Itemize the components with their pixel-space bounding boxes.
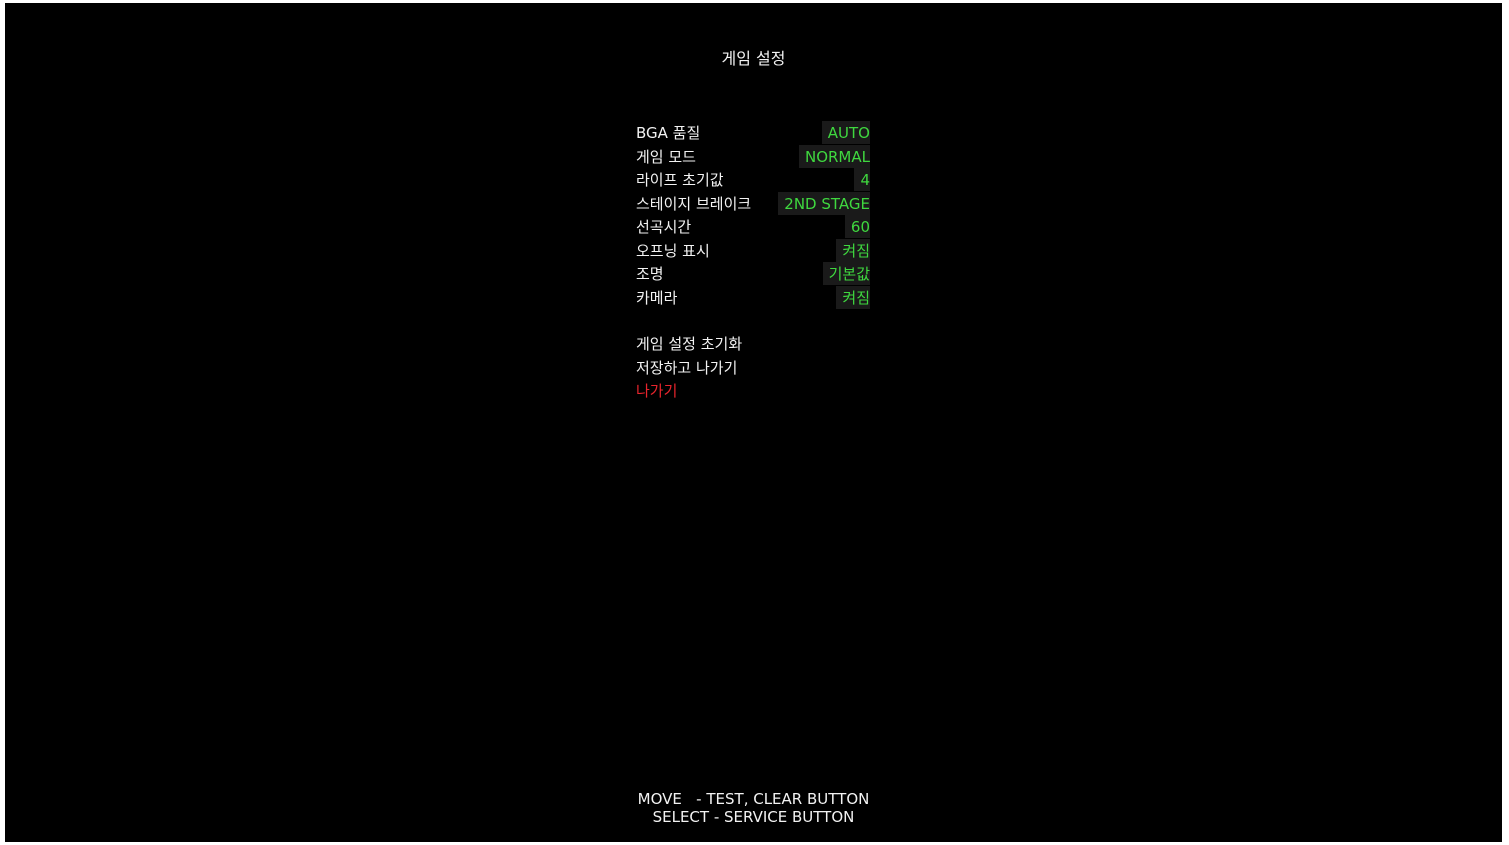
setting-label: 라이프 초기값 (636, 171, 724, 189)
game-settings-screen: 게임 설정 BGA 품질 AUTO 게임 모드 NORMAL 라이프 초기값 4… (5, 3, 1502, 842)
setting-row-initial-life[interactable]: 라이프 초기값 4 (636, 168, 870, 192)
menu-spacer (636, 309, 870, 332)
setting-row-opening-display[interactable]: 오프닝 표시 켜짐 (636, 238, 870, 263)
settings-menu: BGA 품질 AUTO 게임 모드 NORMAL 라이프 초기값 4 스테이지 … (636, 121, 870, 403)
setting-label: 게임 모드 (636, 147, 696, 166)
setting-row-song-select-time[interactable]: 선곡시간 60 (636, 215, 870, 239)
setting-value: 4 (854, 168, 870, 191)
setting-label: BGA 품질 (636, 124, 701, 142)
control-help: MOVE - TEST, CLEAR BUTTON SELECT - SERVI… (5, 790, 1502, 826)
exit-item[interactable]: 나가기 (636, 379, 870, 403)
setting-value: NORMAL (798, 144, 870, 168)
setting-label: 스테이지 브레이크 (636, 194, 752, 213)
setting-value: 기본값 (822, 262, 870, 285)
setting-label: 선곡시간 (636, 218, 692, 236)
setting-row-stage-break[interactable]: 스테이지 브레이크 2ND STAGE (636, 191, 870, 216)
setting-value: 켜짐 (836, 238, 870, 262)
setting-row-lighting[interactable]: 조명 기본값 (636, 262, 870, 286)
setting-row-bga-quality[interactable]: BGA 품질 AUTO (636, 121, 870, 145)
help-select-line: SELECT - SERVICE BUTTON (652, 808, 855, 826)
help-move-line: MOVE - TEST, CLEAR BUTTON (637, 790, 870, 808)
reset-settings-item[interactable]: 게임 설정 초기화 (636, 332, 870, 356)
setting-value: AUTO (821, 121, 870, 144)
setting-value: 켜짐 (836, 285, 870, 309)
setting-value: 60 (844, 215, 870, 238)
setting-value: 2ND STAGE (778, 191, 870, 215)
setting-row-game-mode[interactable]: 게임 모드 NORMAL (636, 144, 870, 169)
page-title: 게임 설정 (721, 49, 786, 68)
setting-label: 조명 (636, 265, 664, 283)
setting-row-camera[interactable]: 카메라 켜짐 (636, 285, 870, 310)
save-and-exit-item[interactable]: 저장하고 나가기 (636, 356, 870, 380)
setting-label: 오프닝 표시 (636, 241, 710, 260)
setting-label: 카메라 (636, 288, 678, 307)
